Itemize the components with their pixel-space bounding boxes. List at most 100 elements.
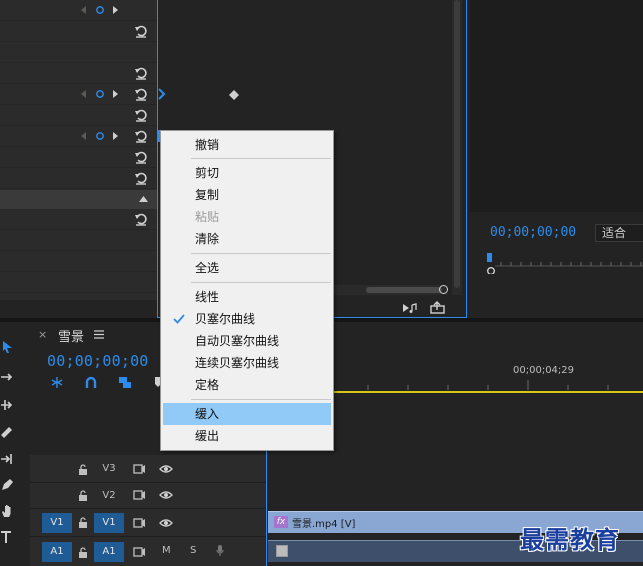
- menu-separator: [191, 282, 331, 283]
- program-timecode[interactable]: 00;00;00;00: [490, 225, 576, 240]
- menu-item-ease-in[interactable]: 缓入: [163, 403, 331, 425]
- eye-icon[interactable]: [159, 464, 173, 474]
- microphone-icon[interactable]: [216, 544, 224, 557]
- track-select-tool-icon[interactable]: [0, 370, 14, 384]
- property-row[interactable]: [0, 209, 157, 230]
- property-row[interactable]: [0, 63, 157, 84]
- keyframe-navigator-icon[interactable]: [80, 5, 120, 15]
- track-header-v2[interactable]: V2: [30, 483, 266, 509]
- pen-tool-icon[interactable]: [0, 478, 14, 492]
- type-tool-icon[interactable]: [0, 530, 14, 544]
- export-frame-icon[interactable]: [430, 301, 445, 314]
- reset-icon[interactable]: [134, 212, 148, 226]
- sync-lock-icon[interactable]: [133, 490, 146, 500]
- menu-item-paste: 粘贴: [195, 210, 220, 224]
- fx-badge: fx: [274, 516, 288, 528]
- effect-section-header[interactable]: [0, 190, 157, 209]
- nest-icon[interactable]: [50, 376, 64, 389]
- property-row[interactable]: [0, 168, 157, 189]
- property-row[interactable]: [0, 126, 157, 147]
- lock-icon[interactable]: [78, 464, 88, 475]
- keyframe-navigator-icon[interactable]: [80, 131, 120, 141]
- menu-item-clear[interactable]: 清除: [163, 228, 331, 250]
- menu-item-bezier[interactable]: 贝塞尔曲线: [163, 308, 331, 330]
- reset-icon[interactable]: [134, 171, 148, 185]
- track-header-a1[interactable]: A1 A1 M S: [30, 539, 266, 566]
- property-row[interactable]: [0, 21, 157, 42]
- source-patch-a1[interactable]: A1: [42, 542, 72, 562]
- property-row[interactable]: [0, 84, 157, 105]
- menu-item-copy[interactable]: 复制: [163, 184, 331, 206]
- zoom-fit-dropdown[interactable]: 适合: [595, 224, 643, 242]
- reset-icon[interactable]: [134, 87, 148, 101]
- track-label-v1[interactable]: V1: [94, 513, 124, 533]
- property-row: [0, 251, 157, 272]
- keyframe-navigator-icon[interactable]: [80, 89, 120, 99]
- menu-item-select-all[interactable]: 全选: [163, 257, 331, 279]
- eye-icon[interactable]: [159, 490, 173, 500]
- solo-button[interactable]: S: [190, 545, 196, 556]
- program-time-ruler[interactable]: [487, 252, 643, 274]
- property-row: [0, 42, 157, 63]
- menu-item-hold[interactable]: 定格: [163, 374, 331, 396]
- menu-item-cut[interactable]: 剪切: [163, 162, 331, 184]
- keyframe-marker-icon[interactable]: [158, 88, 166, 100]
- play-audio-icon[interactable]: [402, 302, 418, 314]
- track-label-v2[interactable]: V2: [94, 486, 124, 506]
- source-patch-v1[interactable]: V1: [42, 513, 72, 533]
- collapse-triangle-icon[interactable]: [139, 196, 148, 203]
- property-row[interactable]: [0, 0, 157, 21]
- snap-icon[interactable]: [84, 376, 98, 389]
- selection-tool-icon[interactable]: [0, 340, 14, 354]
- property-row: [0, 272, 157, 293]
- property-row[interactable]: [0, 105, 157, 126]
- keyframe-context-menu: 撤销 剪切 复制 粘贴 清除 全选 线性 贝塞尔曲线 自动贝塞尔曲线 连续贝塞尔…: [160, 130, 334, 451]
- track-header-v3[interactable]: V3: [30, 455, 266, 483]
- lock-icon[interactable]: [78, 490, 88, 501]
- sync-lock-icon[interactable]: [133, 547, 146, 557]
- audio-fx-badge-icon: [276, 545, 288, 557]
- scrollbar-thumb[interactable]: [454, 0, 460, 288]
- effect-properties-list: [0, 0, 157, 300]
- linked-selection-icon[interactable]: [118, 376, 132, 389]
- sync-lock-icon[interactable]: [133, 518, 146, 528]
- reset-icon[interactable]: [134, 66, 148, 80]
- property-row: [0, 230, 157, 251]
- close-tab-icon[interactable]: ×: [38, 328, 47, 341]
- playhead-line[interactable]: [266, 440, 267, 566]
- reset-icon[interactable]: [134, 24, 148, 38]
- sequence-name: 雪景: [58, 330, 85, 345]
- track-label-v3[interactable]: V3: [94, 459, 124, 479]
- keyframe-diamond-icon[interactable]: [229, 90, 239, 100]
- ripple-edit-tool-icon[interactable]: [0, 398, 14, 412]
- checkmark-icon: [173, 314, 185, 324]
- slip-tool-icon[interactable]: [0, 452, 14, 466]
- menu-item-auto-bezier[interactable]: 自动贝塞尔曲线: [163, 330, 331, 352]
- effect-panel-scrollbar[interactable]: [452, 0, 462, 295]
- program-monitor-viewer[interactable]: [470, 0, 643, 212]
- menu-separator: [191, 399, 331, 400]
- razor-tool-icon[interactable]: [0, 426, 14, 440]
- hand-tool-icon[interactable]: [0, 504, 14, 518]
- menu-item-label: 贝塞尔曲线: [195, 312, 256, 326]
- lock-icon[interactable]: [78, 547, 88, 558]
- reset-icon[interactable]: [134, 108, 148, 122]
- scroll-handle-icon[interactable]: [439, 285, 448, 294]
- sequence-timecode[interactable]: 00;00;00;00: [47, 352, 149, 370]
- menu-item-linear[interactable]: 线性: [163, 286, 331, 308]
- track-label-a1[interactable]: A1: [94, 542, 124, 562]
- lock-icon[interactable]: [78, 517, 88, 528]
- mute-button[interactable]: M: [162, 545, 171, 556]
- reset-icon[interactable]: [134, 129, 148, 143]
- track-header-v1[interactable]: V1 V1: [30, 509, 266, 537]
- ruler-timecode-label: 00;00;04;29: [513, 365, 575, 376]
- eye-icon[interactable]: [159, 518, 173, 528]
- scrollbar-thumb[interactable]: [366, 287, 442, 293]
- menu-item-continuous-bezier[interactable]: 连续贝塞尔曲线: [163, 352, 331, 374]
- sync-lock-icon[interactable]: [133, 464, 146, 474]
- panel-menu-icon[interactable]: [94, 330, 104, 339]
- reset-icon[interactable]: [134, 150, 148, 164]
- property-row[interactable]: [0, 147, 157, 168]
- menu-item-ease-out[interactable]: 缓出: [163, 425, 331, 447]
- menu-item-undo[interactable]: 撤销: [163, 134, 331, 156]
